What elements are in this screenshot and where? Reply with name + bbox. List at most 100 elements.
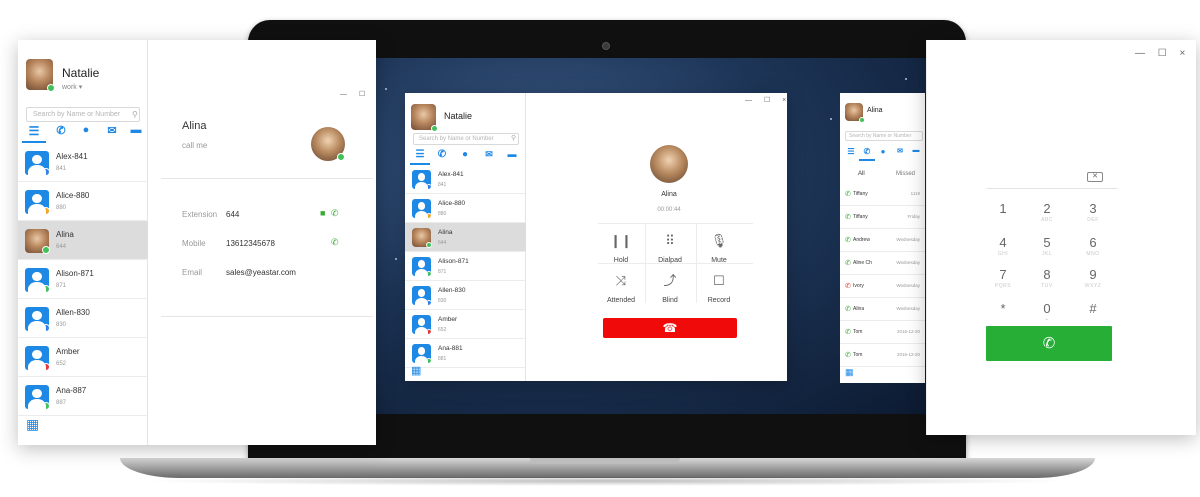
mute-button[interactable]: 🎙 Mute	[694, 233, 744, 264]
dialpad-key[interactable]: 9 WXYZ	[1073, 268, 1113, 289]
contact-row[interactable]: Alex-841 841	[405, 165, 526, 194]
missed-call-icon: ✆	[845, 283, 851, 290]
presence-status-icon	[42, 206, 49, 214]
dialpad-key[interactable]: *	[983, 302, 1023, 317]
user-avatar[interactable]	[411, 104, 438, 132]
voicemail-tab-icon[interactable]: ✉	[104, 124, 120, 137]
chat-tab-icon[interactable]: ●	[78, 124, 94, 136]
chat-tab-icon[interactable]: ●	[458, 149, 472, 160]
recordings-tab-icon[interactable]: ▬	[128, 124, 144, 136]
search-input[interactable]: Search by Name or Number	[413, 133, 519, 145]
contact-row[interactable]: Alice-880 880	[405, 194, 526, 223]
dialpad-key[interactable]: 2 ABC	[1027, 202, 1067, 223]
dialpad-key[interactable]: #	[1073, 302, 1113, 317]
dialpad-button[interactable]: ⠿ Dialpad	[645, 233, 695, 264]
mic-mute-icon: 🎙	[710, 233, 728, 248]
contact-extension: 652	[438, 326, 447, 333]
dialpad-key[interactable]: 1	[983, 202, 1023, 217]
contact-row[interactable]: Ana-887 887	[18, 377, 148, 416]
contact-row[interactable]: Allen-830 830	[405, 281, 526, 310]
record-button[interactable]: ☐ Record	[694, 273, 744, 304]
dialpad-key-digit: 0	[1043, 301, 1051, 316]
user-avatar[interactable]	[845, 103, 865, 123]
contact-row[interactable]: Alex-841 841	[18, 143, 148, 182]
dialpad-key[interactable]: 4 GHI	[983, 236, 1023, 257]
voicemail-tab-icon[interactable]: ✉	[482, 149, 496, 160]
dialpad-key-letters: TUV	[1041, 283, 1053, 289]
history-row[interactable]: ✆ Alina Wednesday	[840, 298, 925, 321]
dialpad-key[interactable]: 6 MNO	[1073, 236, 1113, 257]
filter-tab-all[interactable]: All	[858, 171, 865, 177]
search-icon: ⚲	[511, 135, 517, 142]
contact-row[interactable]: Allen-830 830	[18, 299, 148, 338]
contact-name: Ana-887	[56, 385, 87, 395]
contacts-tab-icon[interactable]: ☰	[26, 124, 42, 138]
phone-call-icon[interactable]: ✆	[331, 237, 339, 248]
contact-list: Alex-841 841 Alice-880 880 Alina 644 Alison-87…	[405, 165, 526, 368]
call-history-list: ✆ Tiffany 1119 ✆ Tiffany Friday ✆ Andrew Wednesd…	[840, 183, 925, 367]
user-status-selector[interactable]: work ▾	[62, 83, 82, 91]
contact-row[interactable]: Alice-880 880	[18, 182, 148, 221]
apps-grid-icon[interactable]: ▦	[411, 364, 421, 377]
history-row[interactable]: ✆ Tom 2016-12-20	[840, 321, 925, 344]
contact-row[interactable]: Alison-871 871	[405, 252, 526, 281]
dialpad-key[interactable]: 5 JKL	[1027, 236, 1067, 257]
history-row[interactable]: ✆ Ivory Wednesday	[840, 275, 925, 298]
recordings-tab-icon[interactable]: ▬	[911, 147, 921, 154]
contact-row[interactable]: Amber 652	[18, 338, 148, 377]
contact-row[interactable]: Alina 644	[405, 223, 526, 252]
filter-tab-missed[interactable]: Missed	[896, 171, 915, 177]
history-name: Tiffany	[853, 214, 868, 220]
attended-transfer-button[interactable]: ⤨ Attended	[596, 273, 646, 304]
contact-row[interactable]: Alina 644	[18, 221, 148, 260]
history-name: Andrew	[853, 237, 870, 243]
apps-grid-icon[interactable]: ▦	[845, 367, 854, 378]
search-input[interactable]: Search by Name or Number	[26, 107, 140, 122]
video-call-icon[interactable]: ■	[320, 208, 325, 218]
divider	[598, 223, 753, 224]
active-tab-indicator	[859, 159, 875, 161]
recordings-tab-icon[interactable]: ▬	[505, 149, 519, 159]
blind-transfer-button[interactable]: ⤴ Blind	[645, 273, 695, 304]
call-history-tab-icon[interactable]: ✆	[435, 149, 449, 160]
call-button[interactable]: ✆	[986, 326, 1112, 361]
call-history-tab-icon[interactable]: ✆	[862, 147, 872, 156]
user-avatar[interactable]	[26, 59, 55, 92]
contact-row[interactable]: Amber 652	[405, 310, 526, 339]
call-history-tab-icon[interactable]: ✆	[53, 124, 69, 137]
history-row[interactable]: ✆ Andrew Wednesday	[840, 229, 925, 252]
voicemail-tab-icon[interactable]: ✉	[895, 147, 905, 155]
presence-status-icon	[426, 184, 431, 189]
presence-status-icon	[426, 329, 431, 334]
window-controls[interactable]: — ☐ ×	[745, 96, 787, 104]
apps-grid-icon[interactable]: ▦	[26, 416, 39, 433]
dialpad-key[interactable]: 0 +	[1027, 302, 1067, 323]
detail-value[interactable]: sales@yeastar.com	[226, 268, 296, 277]
history-row[interactable]: ✆ Tiffany Friday	[840, 206, 925, 229]
dialpad-key[interactable]: 8 TUV	[1027, 268, 1067, 289]
hold-button[interactable]: ❙❙ Hold	[596, 233, 646, 264]
history-row[interactable]: ✆ Aline Ch Wednesday	[840, 252, 925, 275]
history-row[interactable]: ✆ Tiffany 1119	[840, 183, 925, 206]
contact-name: Amber	[438, 316, 458, 324]
dialpad-key[interactable]: 7 PQRS	[983, 268, 1023, 289]
chat-tab-icon[interactable]: ●	[878, 147, 888, 156]
contact-row[interactable]: Alison-871 871	[18, 260, 148, 299]
detail-label: Email	[182, 268, 203, 277]
contact-row[interactable]: Ana-881 881	[405, 339, 526, 368]
contact-name: Alina	[56, 229, 74, 239]
history-name: Ivory	[853, 283, 864, 289]
dialpad-key[interactable]: 3 DEF	[1073, 202, 1113, 223]
contacts-tab-icon[interactable]: ☰	[413, 149, 427, 160]
window-controls[interactable]: — ☐ ×	[340, 90, 376, 98]
user-name: Natalie	[62, 66, 100, 80]
contact-person-icon	[25, 150, 49, 175]
hangup-button[interactable]: ☎	[603, 318, 737, 338]
dialpad-key-letters: +	[1045, 317, 1049, 323]
search-input[interactable]: Search by Name or Number	[845, 131, 923, 141]
center-sidebar: Natalie Search by Name or Number ⚲ ☰ ✆ ●…	[405, 93, 526, 381]
contacts-tab-icon[interactable]: ☰	[846, 147, 856, 156]
phone-icon: ✆	[1042, 335, 1056, 352]
history-row[interactable]: ✆ Tom 2016-12-20	[840, 344, 925, 367]
phone-call-icon[interactable]: ✆	[331, 208, 339, 219]
